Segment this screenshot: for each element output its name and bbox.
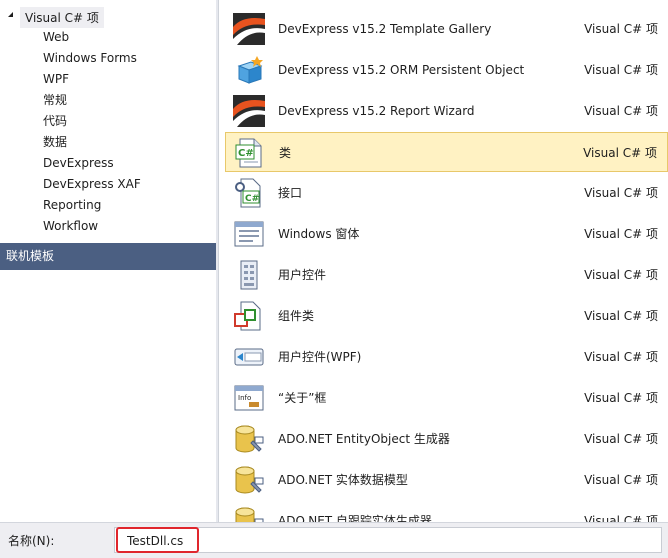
database-generator-icon	[233, 505, 265, 522]
template-row[interactable]: 用户控件(WPF) Visual C# 项	[225, 337, 668, 377]
online-templates-label: 联机模板	[6, 249, 55, 263]
devexpress-logo-icon	[233, 95, 265, 127]
template-row[interactable]: 组件类 Visual C# 项	[225, 296, 668, 336]
template-name: Windows 窗体	[278, 227, 360, 241]
template-type: Visual C# 项	[584, 104, 658, 118]
template-type: Visual C# 项	[584, 268, 658, 282]
wpf-user-control-icon	[233, 341, 265, 373]
template-row[interactable]: C# 接口 Visual C# 项	[225, 173, 668, 213]
template-row[interactable]: Info “关于”框 Visual C# 项	[225, 378, 668, 418]
template-row[interactable]: Windows 窗体 Visual C# 项	[225, 214, 668, 254]
csharp-class-file-icon: C#	[234, 137, 266, 169]
csharp-interface-icon: C#	[233, 177, 265, 209]
template-type: Visual C# 项	[583, 146, 657, 160]
template-type: Visual C# 项	[584, 432, 658, 446]
template-name: 用户控件	[278, 268, 327, 282]
tree-item[interactable]: 数据	[43, 132, 67, 152]
template-name: ADO.NET 自跟踪实体生成器	[278, 514, 432, 522]
svg-text:C#: C#	[245, 194, 259, 204]
svg-text:Info: Info	[238, 394, 251, 402]
template-name: DevExpress v15.2 Template Gallery	[278, 22, 492, 36]
template-row[interactable]: DevExpress v15.2 ORM Persistent Object Vi…	[225, 50, 668, 90]
template-row[interactable]: ADO.NET 自跟踪实体生成器 Visual C# 项	[225, 501, 668, 522]
template-type: Visual C# 项	[584, 186, 658, 200]
online-templates-header[interactable]: 联机模板	[0, 243, 216, 270]
name-label: 名称(N):	[8, 534, 55, 548]
svg-text:C#: C#	[238, 148, 254, 159]
tree-item[interactable]: WPF	[43, 69, 69, 89]
tree-item[interactable]: 常规	[43, 90, 67, 110]
template-list: DevExpress v15.2 Template Gallery Visual …	[218, 0, 668, 522]
template-name: 接口	[278, 186, 303, 200]
template-type: Visual C# 项	[584, 350, 658, 364]
tree-root-visual-csharp[interactable]: Visual C# 项	[0, 6, 216, 28]
windows-form-icon	[233, 218, 265, 250]
tree-item[interactable]: DevExpress XAF	[43, 174, 141, 194]
database-generator-icon	[233, 423, 265, 455]
tree-item[interactable]: Workflow	[43, 216, 98, 236]
about-box-icon: Info	[233, 382, 265, 414]
template-row[interactable]: 用户控件 Visual C# 项	[225, 255, 668, 295]
tree-item[interactable]: Web	[43, 27, 69, 47]
devexpress-logo-icon	[233, 13, 265, 45]
template-name: ADO.NET EntityObject 生成器	[278, 432, 450, 446]
tree-item[interactable]: 代码	[43, 111, 67, 131]
template-row[interactable]: DevExpress v15.2 Template Gallery Visual …	[225, 9, 668, 49]
tree-item[interactable]: Windows Forms	[43, 48, 137, 68]
component-class-icon	[233, 300, 265, 332]
category-tree-panel: Visual C# 项 Web Windows Forms WPF 常规 代码 …	[0, 0, 216, 522]
template-type: Visual C# 项	[584, 63, 658, 77]
template-type: Visual C# 项	[584, 309, 658, 323]
template-type: Visual C# 项	[584, 391, 658, 405]
template-name: 类	[279, 146, 292, 160]
template-name: DevExpress v15.2 Report Wizard	[278, 104, 475, 118]
bottom-bar: 名称(N):	[0, 522, 668, 558]
tree-item[interactable]: DevExpress	[43, 153, 114, 173]
template-row[interactable]: DevExpress v15.2 Report Wizard Visual C# …	[225, 91, 668, 131]
tree-item[interactable]: Reporting	[43, 195, 101, 215]
orm-cube-icon	[233, 54, 265, 86]
template-row[interactable]: C# 类 Visual C# 项	[225, 132, 668, 172]
name-input[interactable]	[125, 530, 649, 552]
template-name: ADO.NET 实体数据模型	[278, 473, 408, 487]
template-name: 组件类	[278, 309, 315, 323]
template-type: Visual C# 项	[584, 22, 658, 36]
template-name: 用户控件(WPF)	[278, 350, 362, 364]
template-row[interactable]: ADO.NET 实体数据模型 Visual C# 项	[225, 460, 668, 500]
database-generator-icon	[233, 464, 265, 496]
template-type: Visual C# 项	[584, 473, 658, 487]
name-field-wrapper[interactable]	[114, 527, 662, 553]
tree-root-label[interactable]: Visual C# 项	[20, 7, 104, 28]
user-control-icon	[233, 259, 265, 291]
template-type: Visual C# 项	[584, 227, 658, 241]
template-row[interactable]: ADO.NET EntityObject 生成器 Visual C# 项	[225, 419, 668, 459]
expand-arrow-icon[interactable]	[8, 12, 13, 17]
template-name: DevExpress v15.2 ORM Persistent Object	[278, 63, 525, 77]
template-type: Visual C# 项	[584, 514, 658, 522]
template-name: “关于”框	[278, 391, 327, 405]
